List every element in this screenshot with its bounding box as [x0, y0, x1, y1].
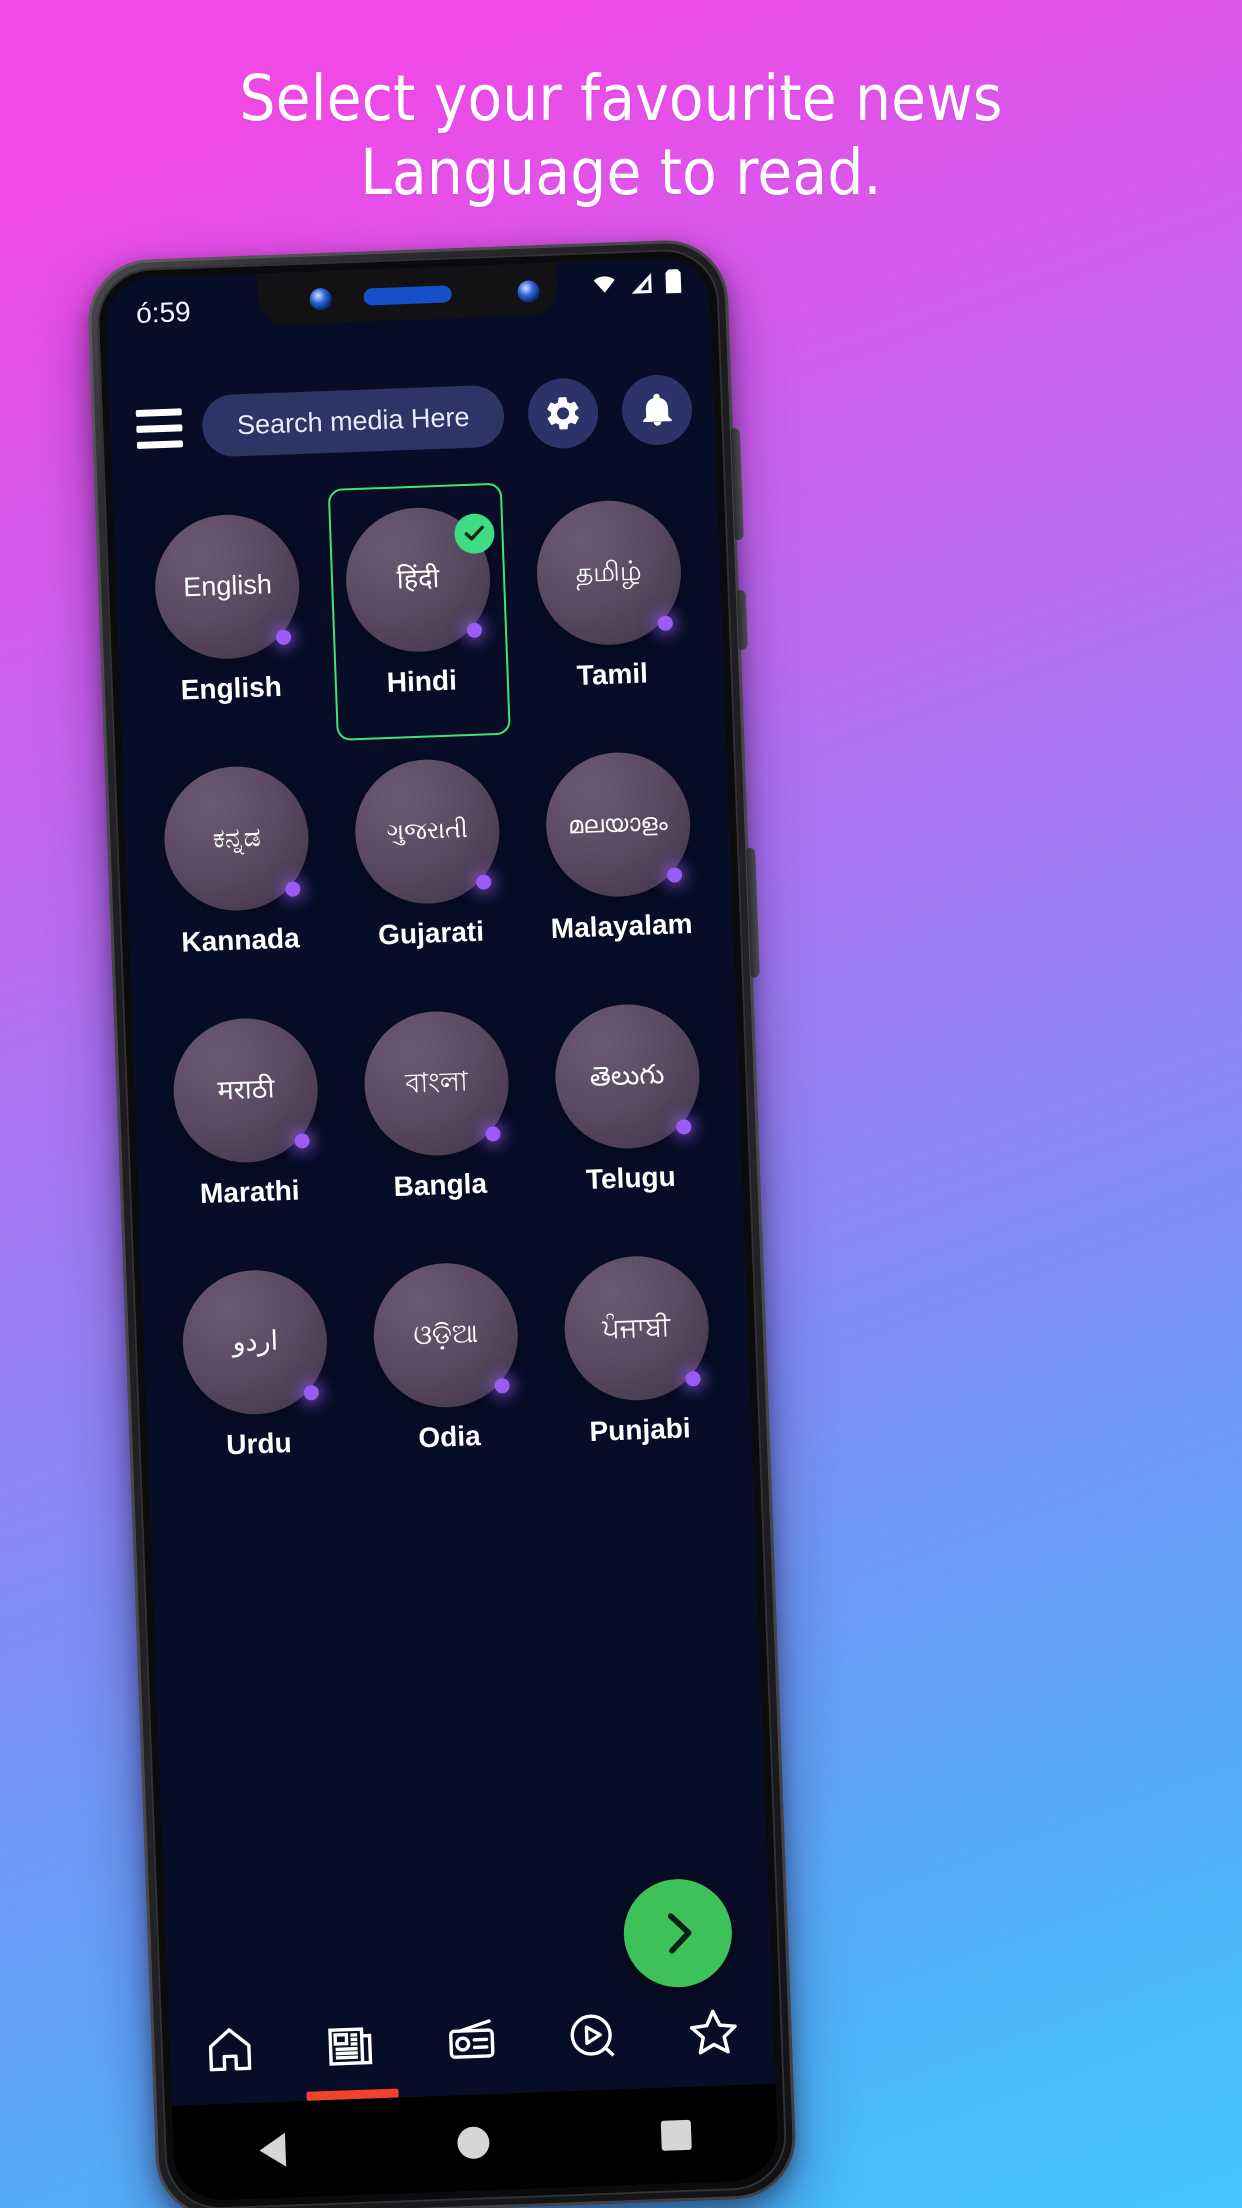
language-native-name: ਪੰਜਾਬੀ [601, 1311, 671, 1344]
language-label: Malayalam [550, 907, 693, 945]
language-native-name: हिंदी [396, 563, 440, 595]
language-bubble: ਪੰਜਾਬੀ [561, 1253, 711, 1403]
back-triangle-icon[interactable] [258, 2132, 287, 2168]
notifications-button[interactable] [620, 373, 694, 447]
language-item-english[interactable]: English English [129, 493, 329, 752]
language-item-telugu[interactable]: తెలుగు Telugu [529, 983, 729, 1242]
status-icons [589, 268, 684, 297]
language-bubble: తెలుగు [552, 1001, 702, 1152]
language-native-name: বাংলা [404, 1066, 469, 1099]
language-label: Kannada [180, 922, 301, 958]
language-label: Odia [417, 1420, 482, 1454]
language-native-name: ಕನ್ನಡ [212, 821, 262, 854]
volume-down-button[interactable] [736, 589, 748, 651]
nav-item-home[interactable] [168, 1993, 293, 2105]
nav-item-video[interactable] [530, 1980, 655, 2092]
search-input[interactable]: Search media Here [201, 384, 506, 458]
search-placeholder: Search media Here [236, 401, 470, 440]
language-label: Tamil [576, 657, 649, 692]
language-bubble: বাংলা [361, 1008, 512, 1159]
play-circle-icon [564, 2008, 620, 2064]
language-label: Urdu [225, 1427, 293, 1461]
hamburger-bar [136, 439, 184, 449]
recents-square-icon[interactable] [660, 2119, 692, 2151]
language-item-gujarati[interactable]: ગુજરાતી Gujarati [329, 738, 529, 997]
language-label: Gujarati [377, 915, 485, 951]
language-bubble: മലയാളം [543, 750, 693, 900]
language-grid: English English हिंदी Hindi தமிழ் Tamil … [113, 469, 774, 2052]
radio-icon [444, 2013, 500, 2069]
nav-item-favourites[interactable] [651, 1976, 776, 2088]
app-header: Search media Here [108, 353, 716, 485]
hamburger-bar [136, 423, 183, 433]
language-bubble: ಕನ್ನಡ [162, 764, 312, 914]
nav-item-radio[interactable] [409, 1985, 534, 2097]
language-item-punjabi[interactable]: ਪੰਜਾਬੀ Punjabi [538, 1235, 738, 1494]
gear-icon [542, 393, 583, 434]
headline-line-2: Language to read. [360, 136, 882, 209]
language-bubble: தமிழ் [534, 498, 684, 648]
language-label: Bangla [393, 1167, 488, 1203]
language-bubble: ગુજરાતી [352, 757, 502, 907]
language-native-name: English [182, 569, 273, 603]
language-native-name: اردو [231, 1325, 279, 1358]
signal-icon [628, 271, 655, 296]
hamburger-bar [135, 407, 182, 417]
hamburger-menu-icon[interactable] [135, 407, 184, 449]
language-item-odia[interactable]: ଓଡ଼ିଆ Odia [347, 1242, 547, 1501]
language-label: Hindi [386, 664, 458, 698]
language-item-malayalam[interactable]: മലയാളം Malayalam [519, 731, 719, 990]
check-icon [453, 512, 496, 555]
language-label: Telugu [585, 1160, 677, 1196]
page-title: Select your favourite news Language to r… [0, 62, 1242, 210]
language-native-name: मराठी [217, 1073, 275, 1106]
phone-mockup: ó:59 Search media Here English English ह… [86, 238, 798, 2208]
nav-item-news[interactable] [289, 1989, 414, 2101]
language-item-bangla[interactable]: বাংলা Bangla [338, 990, 538, 1249]
language-bubble: मराठी [171, 1015, 321, 1166]
status-clock: ó:59 [135, 295, 192, 329]
battery-icon [663, 268, 684, 295]
promo-screenshot: Select your favourite news Language to r… [0, 0, 1242, 2208]
language-bubble: English [152, 512, 303, 662]
language-item-kannada[interactable]: ಕನ್ನಡ Kannada [138, 745, 338, 1004]
headline-line-1: Select your favourite news [239, 62, 1003, 135]
language-bubble: ଓଡ଼ିଆ [371, 1260, 521, 1410]
language-native-name: தமிழ் [575, 555, 643, 589]
star-icon [684, 2003, 742, 2061]
language-native-name: ગુજરાતી [386, 815, 469, 846]
phone-screen: ó:59 Search media Here English English ह… [104, 256, 779, 2202]
language-item-hindi[interactable]: हिंदी Hindi [320, 486, 520, 745]
language-item-marathi[interactable]: मराठी Marathi [147, 997, 347, 1256]
language-item-urdu[interactable]: اردو Urdu [157, 1249, 357, 1508]
language-bubble: हिंदी [343, 505, 496, 655]
home-icon [202, 2022, 258, 2078]
language-native-name: ଓଡ଼ିଆ [412, 1318, 479, 1351]
language-native-name: മലയാളം [567, 808, 669, 840]
language-label: Punjabi [588, 1412, 692, 1448]
bell-icon [637, 390, 676, 429]
chevron-right-icon [651, 1906, 705, 1960]
language-bubble: اردو [180, 1267, 330, 1417]
wifi-icon [589, 272, 620, 297]
newspaper-icon [323, 2017, 379, 2073]
home-circle-icon[interactable] [456, 2126, 490, 2160]
language-label: Marathi [199, 1174, 301, 1210]
language-native-name: తెలుగు [589, 1059, 665, 1092]
settings-button[interactable] [526, 377, 600, 450]
language-label: English [180, 670, 283, 706]
language-item-tamil[interactable]: தமிழ் Tamil [510, 479, 710, 738]
